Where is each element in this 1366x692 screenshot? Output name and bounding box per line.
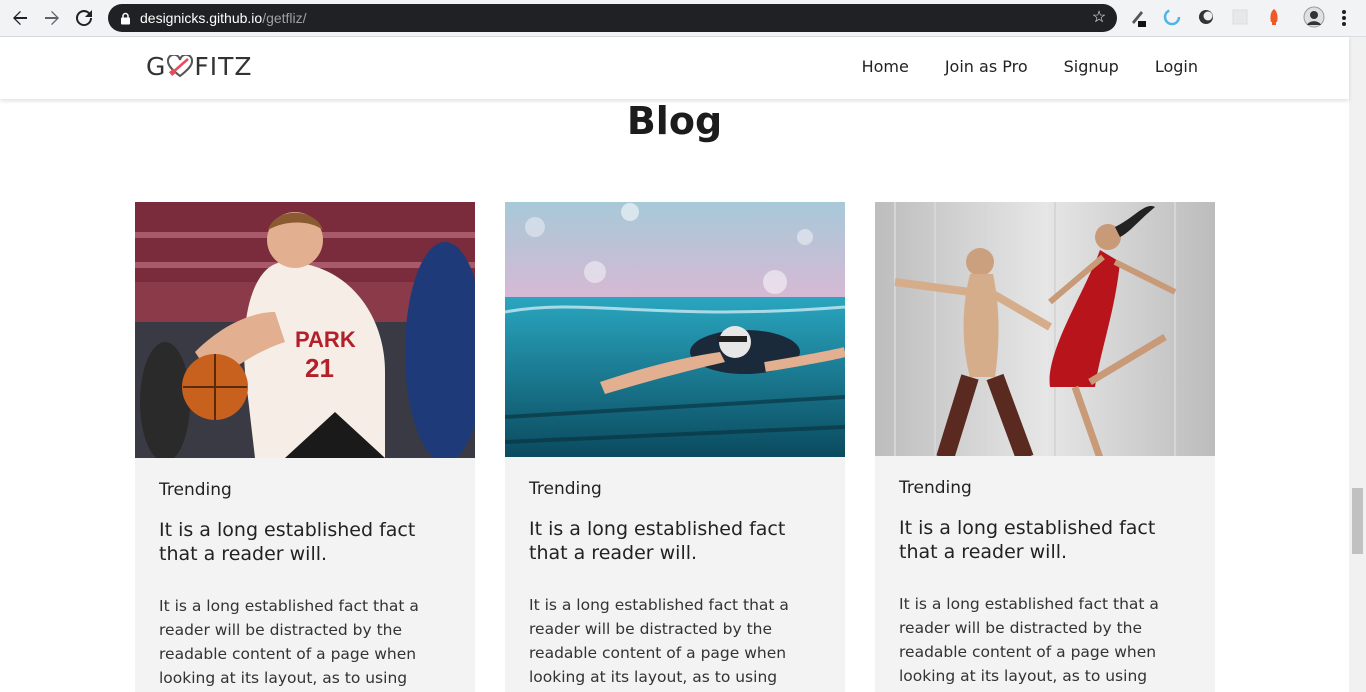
profile-avatar-icon[interactable]	[1302, 5, 1326, 29]
nav-join-as-pro[interactable]: Join as Pro	[945, 57, 1028, 76]
url-host: designicks.github.io	[140, 10, 263, 26]
browser-toolbar: designicks.github.io/getfliz/ ☆	[0, 0, 1366, 37]
post-title[interactable]: It is a long established fact that a rea…	[159, 518, 451, 566]
post-category: Trending	[159, 480, 232, 500]
arrow-left-icon	[13, 11, 27, 25]
post-category: Trending	[899, 478, 972, 498]
post-title[interactable]: It is a long established fact that a rea…	[899, 516, 1191, 564]
reload-button[interactable]	[68, 2, 100, 34]
blank-extension-icon[interactable]	[1228, 5, 1252, 29]
nav-login[interactable]: Login	[1155, 57, 1198, 76]
blog-section: Blog PARK 21 Trending It is a long estab…	[0, 99, 1349, 692]
url-path: /getfliz/	[262, 10, 307, 26]
post-title[interactable]: It is a long established fact that a rea…	[529, 517, 821, 565]
post-excerpt: It is a long established fact that a rea…	[899, 595, 1159, 685]
gofitz-logo[interactable]: G FITZ	[146, 52, 253, 81]
back-button[interactable]	[4, 2, 36, 34]
nav-home[interactable]: Home	[862, 57, 909, 76]
logo-letter: G	[146, 52, 167, 81]
heart-icon	[167, 54, 194, 79]
main-nav: Home Join as Pro Signup Login	[862, 57, 1198, 76]
svg-text:PARK: PARK	[295, 327, 356, 352]
arrow-right-icon	[45, 11, 59, 25]
logo-wordmark: FITZ	[194, 52, 253, 81]
post-excerpt: It is a long established fact that a rea…	[529, 596, 789, 686]
sync-extension-icon[interactable]	[1160, 5, 1184, 29]
lock-icon	[119, 12, 131, 24]
blog-card[interactable]: Trending It is a long established fact t…	[505, 202, 845, 692]
eyedropper-extension-icon[interactable]	[1126, 5, 1150, 29]
blog-card[interactable]: PARK 21 Trending It is a long establishe…	[135, 202, 475, 692]
bookmark-star-icon[interactable]: ☆	[1090, 9, 1108, 27]
browser-menu-icon[interactable]	[1334, 8, 1354, 28]
rocket-extension-icon[interactable]	[1262, 5, 1286, 29]
address-bar[interactable]: designicks.github.io/getfliz/ ☆	[108, 4, 1117, 32]
post-excerpt: It is a long established fact that a rea…	[159, 597, 419, 687]
svg-text:21: 21	[305, 353, 334, 383]
dancers-photo	[875, 202, 1215, 456]
url-text: designicks.github.io/getfliz/	[140, 10, 307, 26]
swimmer-photo	[505, 202, 845, 457]
basketball-player-photo: PARK 21	[135, 202, 475, 458]
forward-button[interactable]	[36, 2, 68, 34]
extensions-area	[1126, 5, 1326, 29]
dark-mode-extension-icon[interactable]	[1194, 5, 1218, 29]
reload-icon	[76, 10, 92, 26]
site-header: G FITZ Home Join as Pro Signup Login	[0, 37, 1349, 99]
nav-signup[interactable]: Signup	[1064, 57, 1119, 76]
post-category: Trending	[529, 479, 602, 499]
blog-cards: PARK 21 Trending It is a long establishe…	[135, 202, 1215, 692]
page-title: Blog	[626, 99, 723, 143]
scrollbar-thumb[interactable]	[1352, 488, 1363, 554]
page-scrollbar[interactable]	[1349, 37, 1366, 692]
blog-card[interactable]: Trending It is a long established fact t…	[875, 202, 1215, 692]
